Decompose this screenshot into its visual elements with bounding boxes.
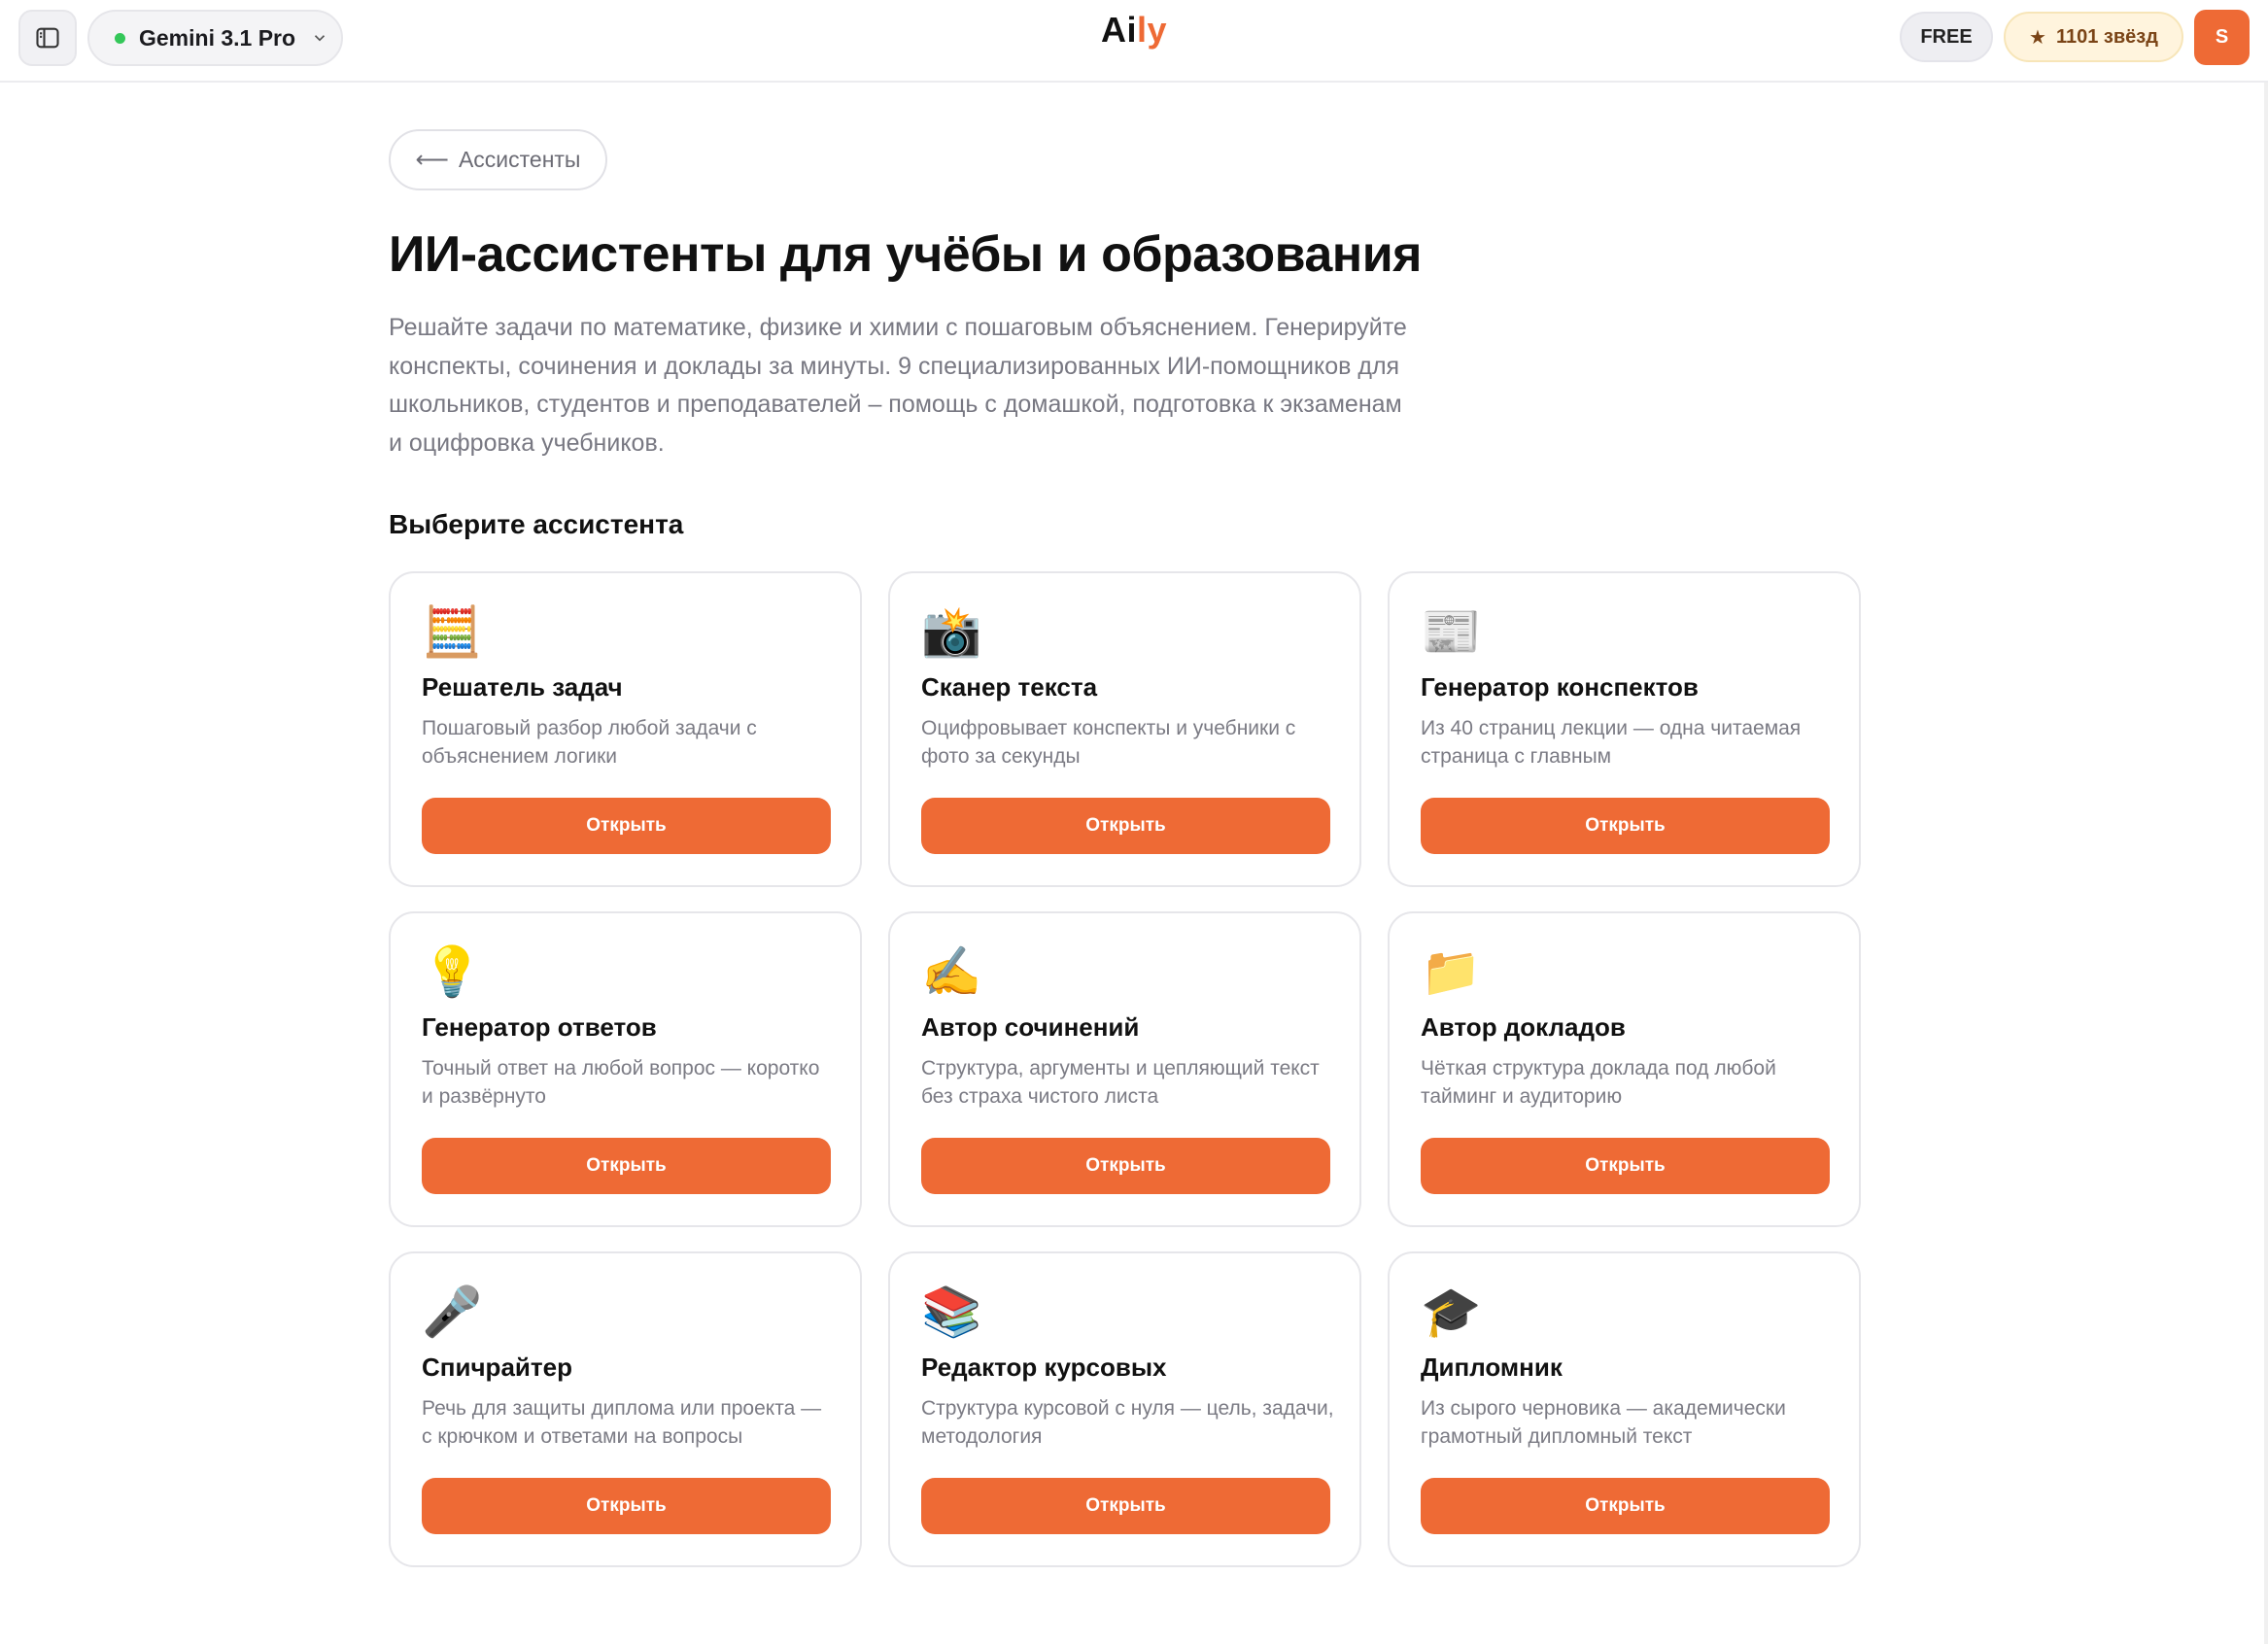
arrow-left-icon: ⟵: [415, 147, 449, 173]
open-button[interactable]: Открыть: [921, 1138, 1330, 1194]
model-status-dot: [115, 32, 125, 44]
card-title: Сканер текста: [921, 672, 1098, 702]
card-title: Генератор конспектов: [1421, 672, 1699, 702]
sidebar-toggle-button[interactable]: [18, 10, 77, 66]
open-button[interactable]: Открыть: [1421, 1138, 1830, 1194]
assistant-card: 🎓 Дипломник Из сырого черновика — академ…: [1388, 1251, 1861, 1567]
assistant-card: 📁 Автор докладов Чёткая структура доклад…: [1388, 911, 1861, 1227]
chevron-down-icon: [311, 29, 328, 47]
microphone-icon: 🎤: [422, 1284, 483, 1340]
card-description: Структура, аргументы и цепляющий текст б…: [921, 1057, 1320, 1108]
logo-part-ly: ly: [1136, 10, 1168, 50]
graduation-cap-icon: 🎓: [1421, 1284, 1482, 1340]
plan-badge[interactable]: FREE: [1900, 12, 1993, 62]
books-icon: 📚: [921, 1284, 982, 1340]
page-title: ИИ-ассистенты для учёбы и образования: [389, 226, 1423, 283]
stars-count: 1101 звёзд: [2055, 25, 2158, 48]
card-description: Пошаговый разбор любой задачи с объяснен…: [422, 717, 757, 768]
camera-flash-icon: 📸: [921, 603, 982, 660]
folder-icon: 📁: [1421, 943, 1482, 1000]
writing-hand-icon: ✍️: [921, 943, 982, 1000]
card-description: Оцифровывает конспекты и учебники с фото…: [921, 717, 1296, 768]
assistant-card: 📸 Сканер текста Оцифровывает конспекты и…: [888, 571, 1361, 887]
open-button[interactable]: Открыть: [422, 1138, 831, 1194]
sidebar-icon: [36, 27, 59, 49]
card-title: Автор сочинений: [921, 1012, 1140, 1042]
assistant-card: 💡 Генератор ответов Точный ответ на любо…: [389, 911, 862, 1227]
card-title: Дипломник: [1421, 1353, 1563, 1382]
star-icon: ★: [2029, 26, 2046, 49]
open-button[interactable]: Открыть: [921, 798, 1330, 854]
open-button[interactable]: Открыть: [921, 1478, 1330, 1534]
stars-balance-button[interactable]: ★ 1101 звёзд: [2004, 12, 2183, 62]
user-avatar[interactable]: S: [2194, 10, 2250, 65]
card-title: Спичрайтер: [422, 1353, 572, 1382]
logo-part-ai: Ai: [1100, 10, 1137, 50]
model-selector[interactable]: Gemini 3.1 Pro: [87, 10, 343, 66]
card-description: Речь для защиты диплома или проекта — с …: [422, 1397, 822, 1448]
scrollbar-track[interactable]: [2264, 83, 2268, 1644]
open-button[interactable]: Открыть: [422, 798, 831, 854]
abacus-icon: 🧮: [422, 603, 483, 660]
assistant-card: 📰 Генератор конспектов Из 40 страниц лек…: [1388, 571, 1861, 887]
card-description: Чёткая структура доклада под любой тайми…: [1421, 1057, 1776, 1108]
card-title: Редактор курсовых: [921, 1353, 1167, 1382]
card-title: Автор докладов: [1421, 1012, 1626, 1042]
back-label: Ассистенты: [458, 147, 581, 172]
assistant-card: 🧮 Решатель задач Пошаговый разбор любой …: [389, 571, 862, 887]
open-button[interactable]: Открыть: [422, 1478, 831, 1534]
card-description: Из сырого черновика — академически грамо…: [1421, 1397, 1786, 1448]
card-description: Точный ответ на любой вопрос — коротко и…: [422, 1057, 820, 1108]
section-title: Выберите ассистента: [389, 509, 684, 539]
assistant-card: 🎤 Спичрайтер Речь для защиты диплома или…: [389, 1251, 862, 1567]
open-button[interactable]: Открыть: [1421, 798, 1830, 854]
card-description: Структура курсовой с нуля — цель, задачи…: [921, 1397, 1334, 1448]
light-bulb-icon: 💡: [422, 943, 483, 1000]
model-name: Gemini 3.1 Pro: [139, 24, 296, 51]
newspaper-icon: 📰: [1421, 603, 1482, 660]
card-title: Решатель задач: [422, 672, 623, 702]
open-button[interactable]: Открыть: [1421, 1478, 1830, 1534]
back-to-assistants-button[interactable]: ⟵ Ассистенты: [389, 129, 607, 190]
page-description: Решайте задачи по математике, физике и х…: [389, 314, 1407, 457]
card-title: Генератор ответов: [422, 1012, 657, 1042]
assistant-grid: 🧮 Решатель задач Пошаговый разбор любой …: [389, 571, 1861, 1567]
assistant-card: 📚 Редактор курсовых Структура курсовой с…: [888, 1251, 1361, 1567]
assistant-card: ✍️ Автор сочинений Структура, аргументы …: [888, 911, 1361, 1227]
top-bar: Gemini 3.1 Pro Aily FREE ★ 1101 звёзд S: [0, 0, 2268, 83]
card-description: Из 40 страниц лекции — одна читаемая стр…: [1421, 717, 1802, 768]
